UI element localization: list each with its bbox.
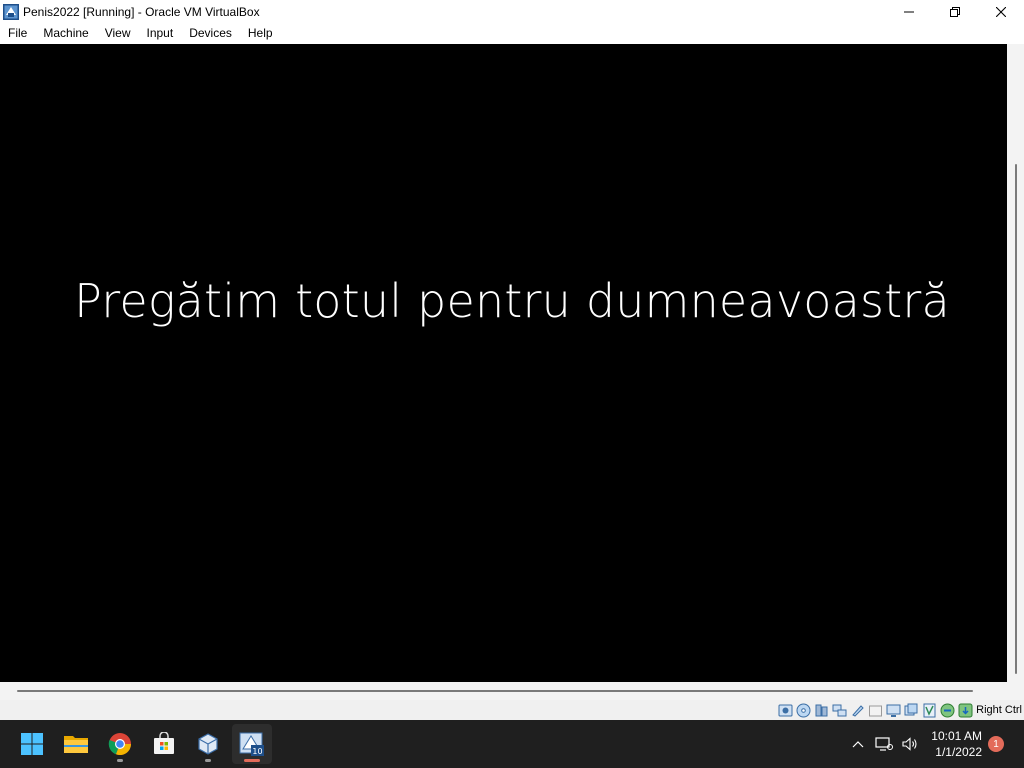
- usb-icon[interactable]: [849, 702, 866, 719]
- taskbar-file-explorer[interactable]: [56, 724, 96, 764]
- window-title: Penis2022 [Running] - Oracle VM VirtualB…: [23, 4, 260, 19]
- video-capture-icon[interactable]: [903, 702, 920, 719]
- host-key-label: Right Ctrl: [976, 704, 1022, 716]
- horizontal-scroll-thumb[interactable]: [17, 690, 973, 692]
- menu-devices[interactable]: Devices: [181, 23, 240, 44]
- window-controls: [886, 0, 1024, 23]
- show-hidden-icons-button[interactable]: [845, 724, 871, 764]
- cpu-icon[interactable]: [921, 702, 938, 719]
- keyboard-icon[interactable]: [957, 702, 974, 719]
- display-icon[interactable]: [885, 702, 902, 719]
- taskbar-microsoft-store[interactable]: [144, 724, 184, 764]
- clock-time: 10:01 AM: [931, 729, 982, 743]
- vertical-scrollbar[interactable]: [1007, 44, 1024, 682]
- menu-file[interactable]: File: [0, 23, 35, 44]
- virtualbox-icon: [198, 733, 218, 755]
- close-button[interactable]: [978, 0, 1024, 23]
- active-indicator: [244, 759, 260, 762]
- network-status-button[interactable]: [871, 724, 897, 764]
- mouse-integration-icon[interactable]: [939, 702, 956, 719]
- taskbar-virtualbox-vm[interactable]: 10: [232, 724, 272, 764]
- chevron-up-icon: [852, 741, 864, 748]
- svg-text:10: 10: [252, 747, 262, 756]
- shared-folders-icon[interactable]: [867, 702, 884, 719]
- start-icon: [21, 733, 43, 755]
- menu-machine[interactable]: Machine: [35, 23, 96, 44]
- device-indicators: [777, 702, 974, 719]
- menu-bar: File Machine View Input Devices Help: [0, 23, 1024, 44]
- start-button[interactable]: [12, 724, 52, 764]
- maximize-button[interactable]: [932, 0, 978, 23]
- taskbar-chrome[interactable]: [100, 724, 140, 764]
- restore-icon: [950, 6, 960, 17]
- file-explorer-icon: [64, 736, 88, 753]
- minimize-button[interactable]: [886, 0, 932, 23]
- running-indicator: [205, 759, 211, 762]
- horizontal-scrollbar[interactable]: [0, 682, 1024, 700]
- clock-date: 1/1/2022: [935, 745, 982, 759]
- menu-view[interactable]: View: [97, 23, 139, 44]
- minimize-icon: [904, 11, 914, 12]
- menu-input[interactable]: Input: [139, 23, 182, 44]
- clock[interactable]: 10:01 AM 1/1/2022: [931, 728, 982, 760]
- vm-display[interactable]: Pregătim totul pentru dumneavoastră: [0, 44, 1007, 682]
- chrome-icon: [108, 733, 132, 756]
- optical-drive-icon[interactable]: [795, 702, 812, 719]
- setup-message: Pregătim totul pentru dumneavoastră: [74, 274, 950, 328]
- notification-badge[interactable]: 1: [988, 736, 1004, 752]
- microsoft-store-icon: [154, 732, 174, 754]
- vertical-scroll-thumb[interactable]: [1015, 164, 1017, 674]
- network-icon: [875, 737, 894, 751]
- system-tray: 10:01 AM 1/1/2022 1: [845, 720, 1024, 768]
- vm-status-bar: Right Ctrl: [0, 700, 1024, 720]
- menu-help[interactable]: Help: [240, 23, 281, 44]
- virtualbox-vm-icon: 10: [239, 732, 264, 756]
- audio-icon[interactable]: [813, 702, 830, 719]
- virtualbox-icon: [3, 3, 19, 20]
- close-icon: [996, 6, 1006, 17]
- running-indicator: [117, 759, 123, 762]
- title-bar[interactable]: Penis2022 [Running] - Oracle VM VirtualB…: [0, 0, 1024, 23]
- taskbar-virtualbox[interactable]: [188, 724, 228, 764]
- volume-button[interactable]: [897, 724, 923, 764]
- windows-taskbar: 10 10:01 AM 1/1/2022 1: [0, 720, 1024, 768]
- network-icon[interactable]: [831, 702, 848, 719]
- speaker-icon: [902, 737, 917, 751]
- hard-disk-icon[interactable]: [777, 702, 794, 719]
